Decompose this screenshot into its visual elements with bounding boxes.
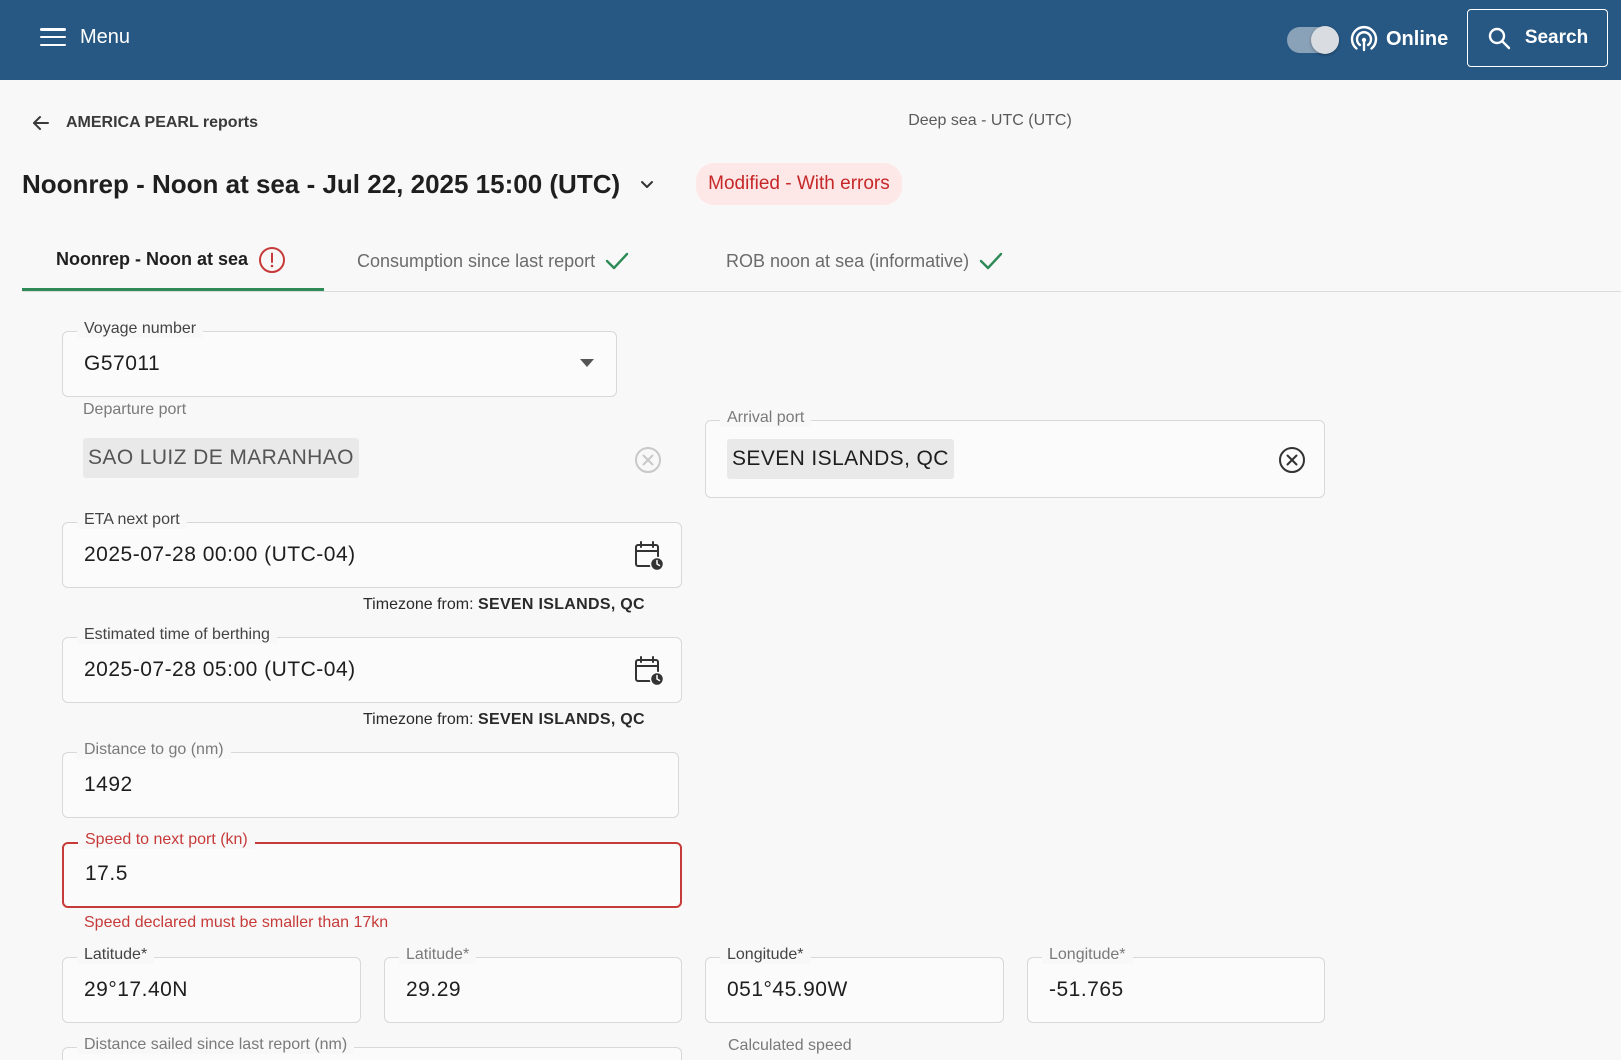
distance-to-go-label: Distance to go (nm) [77,741,231,759]
voyage-number-value: G57011 [84,352,161,375]
hamburger-icon [40,28,66,46]
distance-to-go-value: 1492 [84,773,133,796]
departure-port-field: Departure port SAO LUIZ DE MARANHAO [62,401,682,491]
latitude-decimal-field[interactable]: Latitude* 29.29 [384,946,682,1023]
voyage-number-label: Voyage number [77,320,204,338]
tab-consumption[interactable]: Consumption since last report [357,231,629,291]
latitude-dm-field[interactable]: Latitude* 29°17.40N [62,946,361,1023]
arrival-port-field[interactable]: Arrival port SEVEN ISLANDS, QC [705,409,1325,498]
longitude-decimal-label: Longitude* [1042,946,1133,964]
calculated-speed-label: Calculated speed [728,1037,852,1054]
chevron-down-icon [641,181,654,188]
longitude-dm-value: 051°45.90W [727,978,848,1001]
top-bar: Menu Online Search [0,0,1621,80]
departure-port-value: SAO LUIZ DE MARANHAO [83,438,359,478]
longitude-dm-label: Longitude* [720,946,811,964]
longitude-decimal-value: -51.765 [1049,978,1124,1001]
eta-timezone-prefix: Timezone from: [363,596,474,613]
clear-circle-icon[interactable] [1278,446,1306,474]
departure-port-label: Departure port [83,401,187,418]
eta-timezone-port: SEVEN ISLANDS, QC [478,596,645,613]
calendar-clock-icon[interactable] [633,655,665,687]
check-icon [979,252,1003,270]
online-status: Online [1350,22,1448,56]
speed-next-port-field[interactable]: Speed to next port (kn) 17.5 [62,831,682,908]
arrival-port-label: Arrival port [720,409,812,427]
eta-next-port-value: 2025-07-28 00:00 (UTC-04) [84,543,356,566]
voyage-number-select[interactable]: Voyage number G57011 [62,320,617,397]
tab-rob[interactable]: ROB noon at sea (informative) [726,231,1003,291]
clear-circle-icon [634,446,662,474]
etb-timezone-port: SEVEN ISLANDS, QC [478,711,645,728]
arrival-port-value: SEVEN ISLANDS, QC [727,439,954,479]
longitude-dm-field[interactable]: Longitude* 051°45.90W [705,946,1004,1023]
back-link[interactable]: AMERICA PEARL reports [32,109,258,137]
distance-sailed-label: Distance sailed since last report (nm) [77,1036,355,1054]
etb-timezone-helper: Timezone from: SEVEN ISLANDS, QC [363,711,645,729]
check-icon [605,252,629,270]
eta-next-port-label: ETA next port [77,511,187,529]
speed-next-port-value: 17.5 [85,862,128,885]
latitude-dm-value: 29°17.40N [84,978,188,1001]
search-label: Search [1524,27,1589,48]
etb-label: Estimated time of berthing [77,626,277,644]
menu-label: Menu [80,25,131,48]
latitude-decimal-label: Latitude* [399,946,477,964]
timezone-label: Deep sea - UTC (UTC) [908,112,1072,129]
eta-timezone-helper: Timezone from: SEVEN ISLANDS, QC [363,596,645,614]
latitude-decimal-value: 29.29 [406,978,462,1001]
report-title-row: Noonrep - Noon at sea - Jul 22, 2025 15:… [22,160,902,208]
etb-value: 2025-07-28 05:00 (UTC-04) [84,658,356,681]
back-label: AMERICA PEARL reports [66,114,259,131]
tab-label: ROB noon at sea (informative) [726,250,970,271]
report-tabs: Noonrep - Noon at sea Consumption since … [22,231,1621,292]
tab-label: Consumption since last report [357,250,596,271]
online-toggle[interactable] [1287,26,1339,54]
dropdown-arrow-icon [579,358,595,368]
search-button[interactable]: Search [1467,9,1608,67]
menu-button[interactable]: Menu [30,14,140,60]
longitude-decimal-field[interactable]: Longitude* -51.765 [1027,946,1325,1023]
etb-timezone-prefix: Timezone from: [363,711,474,728]
speed-error-message: Speed declared must be smaller than 17kn [84,914,389,931]
page-title: Noonrep - Noon at sea - Jul 22, 2025 15:… [22,168,621,199]
etb-field[interactable]: Estimated time of berthing 2025-07-28 05… [62,626,682,703]
broadcast-icon [1350,26,1378,52]
tab-noonrep[interactable]: Noonrep - Noon at sea [22,231,324,291]
distance-to-go-field[interactable]: Distance to go (nm) 1492 [62,741,679,818]
arrow-left-icon [33,116,49,130]
tab-label: Noonrep - Noon at sea [56,249,249,269]
speed-next-port-label: Speed to next port (kn) [78,831,255,849]
search-icon [1488,27,1511,50]
distance-sailed-field[interactable]: Distance sailed since last report (nm) [62,1036,682,1060]
eta-next-port-field[interactable]: ETA next port 2025-07-28 00:00 (UTC-04) [62,511,682,588]
report-selector-toggle[interactable] [638,175,656,193]
online-label: Online [1386,27,1449,50]
status-badge: Modified - With errors [696,163,902,205]
error-circle-icon [259,246,286,273]
calendar-clock-icon[interactable] [633,540,665,572]
toggle-knob [1311,26,1339,54]
latitude-dm-label: Latitude* [77,946,155,964]
